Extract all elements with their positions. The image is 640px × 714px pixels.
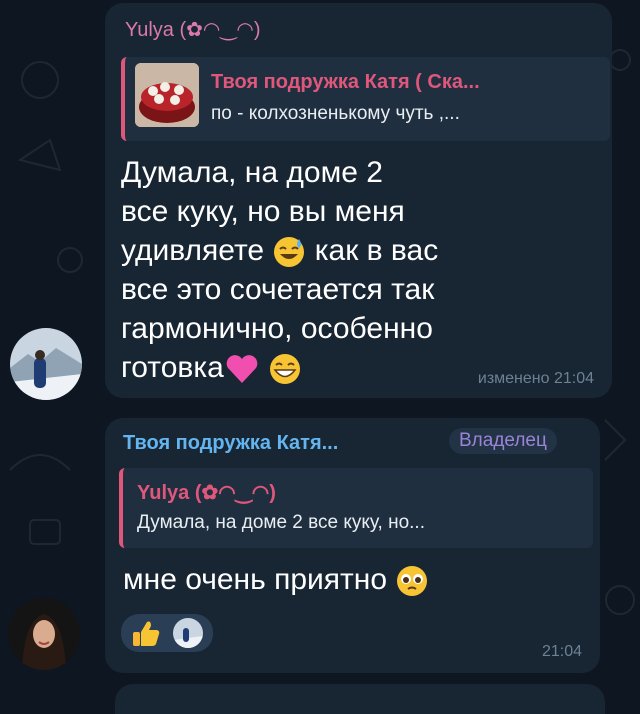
reply-preview[interactable]: Твоя подружка Катя ( Ска... по - колхозн… <box>121 57 610 141</box>
grin-icon <box>270 354 301 385</box>
reaction-chip[interactable] <box>121 614 213 652</box>
message-time: 21:04 <box>541 643 582 660</box>
cake-image <box>135 63 199 127</box>
sender-name[interactable]: Твоя подружка Катя... <box>123 432 338 455</box>
avatar-image <box>10 328 82 400</box>
next-message-bubble[interactable] <box>115 684 605 714</box>
message-line: Думала, на доме 2 <box>121 156 383 189</box>
message-line: все это сочетается так <box>121 273 435 306</box>
reply-author: Yulya (✿◠‿◠) <box>137 482 276 504</box>
reply-author: Твоя подружка Катя ( Ска... <box>211 71 480 93</box>
message-bubble-katya[interactable]: Твоя подружка Катя... Владелец Yulya (✿◠… <box>105 418 600 673</box>
message-bubble-yulya[interactable]: Yulya (✿◠‿◠) Твоя подружка Катя ( Ска...… <box>105 3 612 398</box>
pink-heart-icon <box>226 355 258 384</box>
message-text: мне очень приятно <box>123 560 429 599</box>
message-line: все куку, но вы меня <box>121 195 405 228</box>
message-text: Думала, на доме 2 все куку, но вы меня у… <box>121 153 438 387</box>
owner-badge: Владелец <box>449 428 557 454</box>
reply-thumbnail <box>135 63 199 127</box>
reactor-avatar <box>173 618 203 648</box>
message-line-with-emoji: готовка <box>121 348 438 387</box>
avatar-yulya[interactable] <box>10 328 82 400</box>
message-line: гармонично, особенно <box>121 312 433 345</box>
avatar-katya[interactable] <box>8 598 80 670</box>
message-edited-time: изменено 21:04 <box>477 370 594 387</box>
thumbs-up-icon <box>133 621 160 646</box>
message-line-with-emoji: удивляете как в вас <box>121 231 438 270</box>
avatar-image <box>8 598 80 670</box>
reply-text: Думала, на доме 2 все куку, но... <box>137 512 425 533</box>
sender-name[interactable]: Yulya (✿◠‿◠) <box>125 17 261 42</box>
sweat-smile-icon <box>274 237 305 268</box>
pleading-face-icon <box>397 566 428 597</box>
reply-preview[interactable]: Yulya (✿◠‿◠) Думала, на доме 2 все куку,… <box>119 468 593 548</box>
reply-text: по - колхозненькому чуть ,... <box>211 103 460 124</box>
